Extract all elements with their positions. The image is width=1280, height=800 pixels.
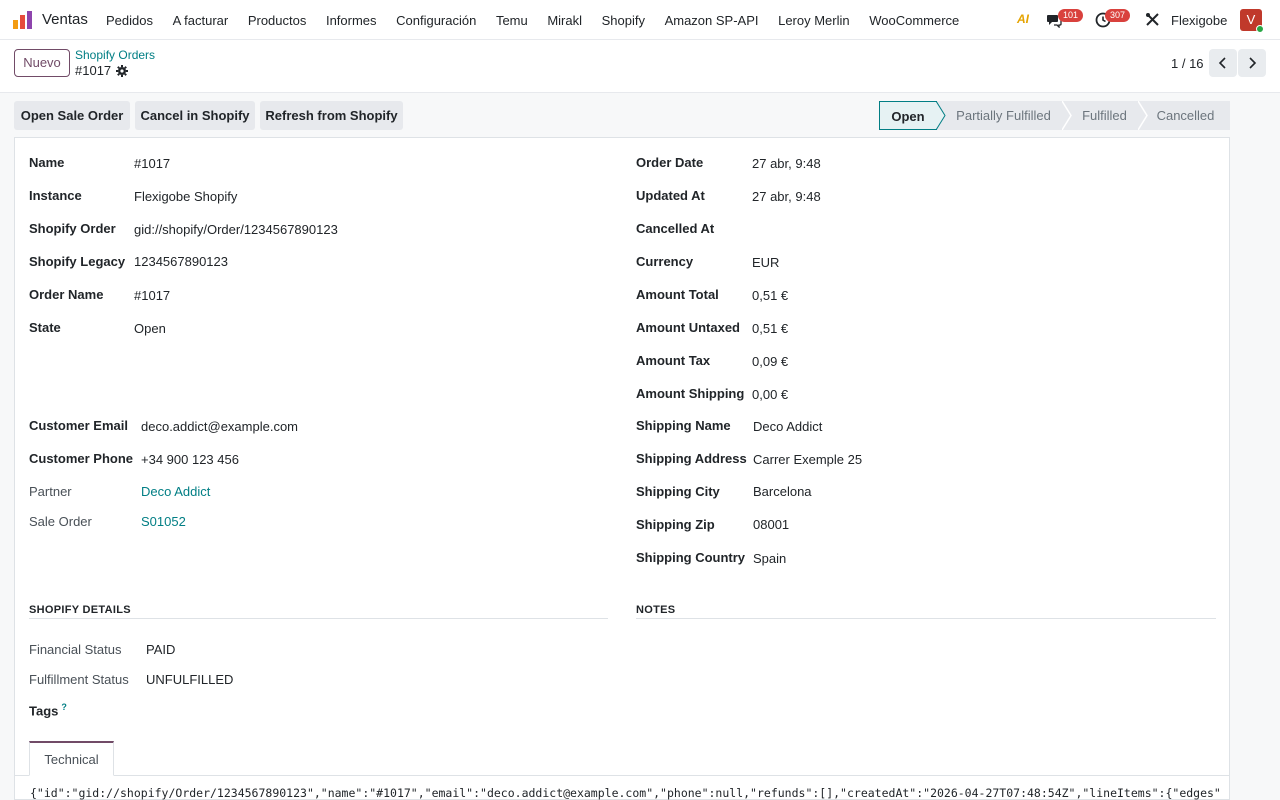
- field-label-customer-phone: Customer Phone: [29, 451, 134, 466]
- field-label-updated-at: Updated At: [636, 188, 705, 203]
- record-title: #1017: [75, 63, 129, 78]
- chevron-left-icon: [1218, 57, 1226, 69]
- shopify-details-separator: SHOPIFY DETAILS: [29, 604, 131, 616]
- field-value-currency[interactable]: EUR: [752, 255, 779, 270]
- field-value-shopify-legacy[interactable]: 1234567890123: [134, 254, 228, 269]
- field-label-order-date: Order Date: [636, 155, 704, 170]
- menu-pedidos[interactable]: Pedidos: [106, 13, 153, 28]
- field-label-shipping-country: Shipping Country: [636, 550, 746, 565]
- activities-count-badge: 307: [1105, 9, 1131, 22]
- field-label-currency: Currency: [636, 254, 694, 269]
- notes-divider: [636, 618, 1216, 619]
- field-label-shipping-address: Shipping Address: [636, 451, 747, 466]
- field-label-instance: Instance: [29, 188, 82, 203]
- menu-informes[interactable]: Informes: [326, 13, 377, 28]
- menu-shopify[interactable]: Shopify: [602, 13, 645, 28]
- field-label-tags: Tags?: [29, 702, 67, 718]
- field-label-name: Name: [29, 155, 65, 170]
- pager-next-button[interactable]: [1238, 49, 1266, 77]
- notes-separator: NOTES: [636, 604, 676, 616]
- breadcrumb-shopify-orders[interactable]: Shopify Orders: [75, 48, 155, 62]
- ai-icon[interactable]: AI: [1017, 12, 1029, 26]
- field-value-order-date[interactable]: 27 abr, 9:48: [752, 156, 821, 171]
- field-value-partner-link[interactable]: Deco Addict: [141, 484, 210, 499]
- order-statusbar: Open Partially Fulfilled Fulfilled Cance…: [879, 101, 1230, 130]
- field-value-shopify-order[interactable]: gid://shopify/Order/1234567890123: [134, 222, 338, 237]
- field-label-state: State: [29, 320, 61, 335]
- field-value-shipping-name[interactable]: Deco Addict: [753, 419, 822, 434]
- online-status-dot: [1256, 25, 1264, 33]
- field-label-amount-untaxed: Amount Untaxed: [636, 320, 740, 335]
- field-value-fulfillment-status[interactable]: UNFULFILLED: [146, 672, 233, 687]
- new-record-button[interactable]: Nuevo: [14, 49, 70, 77]
- cancel-in-shopify-button[interactable]: Cancel in Shopify: [135, 101, 255, 130]
- field-label-cancelled-at: Cancelled At: [636, 221, 715, 236]
- raw-json-field[interactable]: {"id":"gid://shopify/Order/1234567890123…: [30, 786, 1220, 800]
- refresh-from-shopify-button[interactable]: Refresh from Shopify: [260, 101, 403, 130]
- tags-help-tooltip-icon[interactable]: ?: [61, 702, 67, 712]
- field-value-amount-tax[interactable]: 0,09 €: [752, 354, 788, 369]
- field-value-shipping-zip[interactable]: 08001: [753, 517, 789, 532]
- field-value-order-name[interactable]: #1017: [134, 288, 170, 303]
- field-value-shipping-country[interactable]: Spain: [753, 551, 786, 566]
- field-value-updated-at[interactable]: 27 abr, 9:48: [752, 189, 821, 204]
- field-label-partner: Partner: [29, 484, 72, 499]
- field-label-shipping-name: Shipping Name: [636, 418, 731, 433]
- stage-fulfilled[interactable]: Fulfilled: [1071, 101, 1138, 130]
- field-value-shipping-address[interactable]: Carrer Exemple 25: [753, 452, 862, 467]
- record-name: #1017: [75, 63, 112, 78]
- debug-tools-icon[interactable]: [1145, 12, 1160, 27]
- tags-label-text: Tags: [29, 703, 59, 719]
- notebook-tab-divider: [14, 775, 1230, 776]
- open-sale-order-button[interactable]: Open Sale Order: [14, 101, 130, 130]
- top-navbar: Ventas Pedidos A facturar Productos Info…: [0, 0, 1280, 40]
- field-value-financial-status[interactable]: PAID: [146, 642, 175, 657]
- field-label-shipping-zip: Shipping Zip: [636, 517, 715, 532]
- shopify-details-divider: [29, 618, 608, 619]
- field-value-customer-email[interactable]: deco.addict@example.com: [141, 419, 298, 434]
- field-value-sale-order-link[interactable]: S01052: [141, 514, 186, 529]
- menu-leroy-merlin[interactable]: Leroy Merlin: [778, 13, 850, 28]
- company-switcher[interactable]: Flexigobe: [1171, 13, 1227, 28]
- field-label-sale-order: Sale Order: [29, 514, 92, 529]
- field-value-instance[interactable]: Flexigobe Shopify: [134, 189, 237, 204]
- field-label-amount-total: Amount Total: [636, 287, 719, 302]
- app-name[interactable]: Ventas: [42, 11, 88, 28]
- field-value-name[interactable]: #1017: [134, 156, 170, 171]
- field-label-shipping-city: Shipping City: [636, 484, 720, 499]
- field-label-amount-shipping: Amount Shipping: [636, 386, 745, 401]
- chevron-right-icon: [1249, 57, 1257, 69]
- gear-icon[interactable]: [116, 64, 129, 77]
- field-value-state[interactable]: Open: [134, 321, 166, 336]
- field-value-amount-untaxed[interactable]: 0,51 €: [752, 321, 788, 336]
- field-label-shopify-order: Shopify Order: [29, 221, 116, 236]
- field-value-amount-shipping[interactable]: 0,00 €: [752, 387, 788, 402]
- field-label-financial-status: Financial Status: [29, 642, 122, 657]
- field-label-order-name: Order Name: [29, 287, 104, 302]
- menu-temu[interactable]: Temu: [496, 13, 528, 28]
- menu-amazon-sp-api[interactable]: Amazon SP-API: [665, 13, 759, 28]
- field-value-customer-phone[interactable]: +34 900 123 456: [141, 452, 239, 467]
- tab-technical[interactable]: Technical: [29, 741, 114, 776]
- sales-app-icon[interactable]: [12, 10, 34, 30]
- menu-a-facturar[interactable]: A facturar: [173, 13, 229, 28]
- pager-value[interactable]: 1 / 16: [1171, 56, 1204, 71]
- field-value-shipping-city[interactable]: Barcelona: [753, 484, 812, 499]
- field-label-amount-tax: Amount Tax: [636, 353, 711, 368]
- field-label-customer-email: Customer Email: [29, 418, 128, 433]
- menu-productos[interactable]: Productos: [248, 13, 307, 28]
- stage-partially-fulfilled[interactable]: Partially Fulfilled: [945, 101, 1062, 130]
- menu-configuracion[interactable]: Configuración: [396, 13, 476, 28]
- field-value-amount-total[interactable]: 0,51 €: [752, 288, 788, 303]
- stage-cancelled[interactable]: Cancelled: [1147, 101, 1224, 130]
- field-label-shopify-legacy: Shopify Legacy: [29, 254, 126, 269]
- messages-count-badge: 101: [1058, 9, 1084, 22]
- field-label-fulfillment-status: Fulfillment Status: [29, 672, 129, 687]
- main-menu: Pedidos A facturar Productos Informes Co…: [106, 13, 979, 28]
- menu-woocommerce[interactable]: WooCommerce: [869, 13, 959, 28]
- pager-previous-button[interactable]: [1209, 49, 1237, 77]
- stage-open[interactable]: Open: [879, 101, 937, 130]
- menu-mirakl[interactable]: Mirakl: [547, 13, 582, 28]
